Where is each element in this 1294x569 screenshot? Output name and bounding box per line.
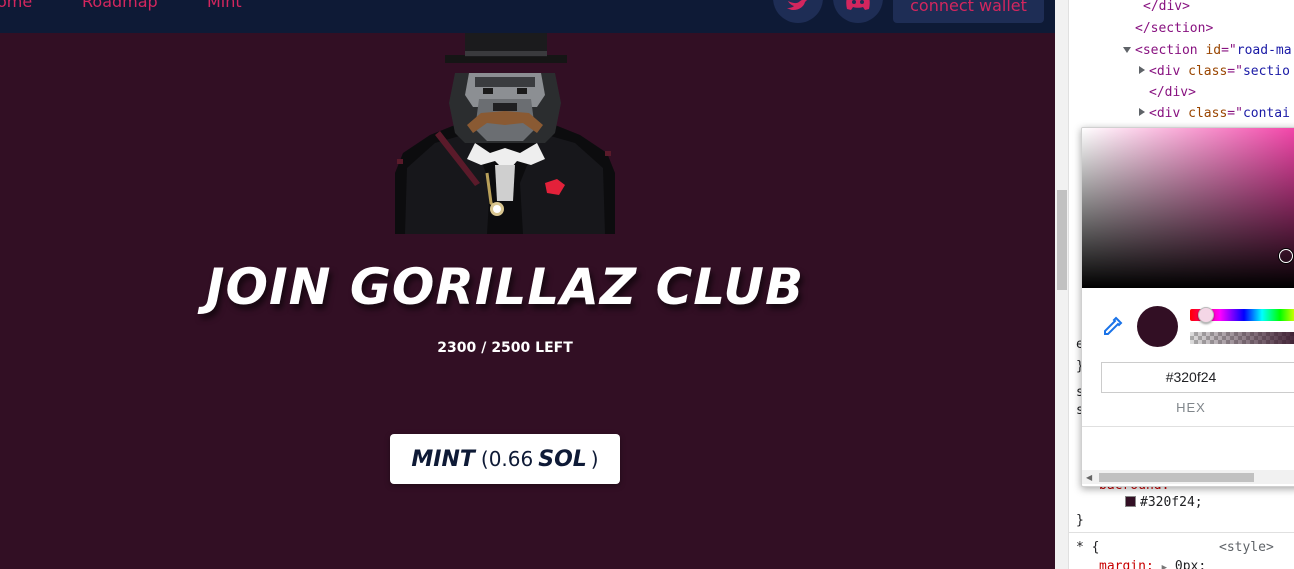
current-color-preview bbox=[1137, 306, 1178, 347]
rule-source-link[interactable]: <style> bbox=[1219, 540, 1274, 556]
style-color-value[interactable]: #320f24; bbox=[1140, 495, 1203, 510]
dom-tag-name: div bbox=[1156, 106, 1181, 121]
nav-link-home[interactable]: ome bbox=[0, 0, 32, 12]
hex-value-input[interactable]: #320f24 bbox=[1101, 362, 1294, 393]
color-swatch[interactable] bbox=[1125, 496, 1136, 507]
expand-arrow-icon[interactable] bbox=[1139, 108, 1145, 116]
dom-attr-value: road-ma bbox=[1236, 43, 1292, 58]
page-title: JOIN GORILLAZ CLUB bbox=[205, 258, 805, 316]
rule-selector[interactable]: * { bbox=[1076, 540, 1099, 556]
dom-line-close-div-2[interactable]: </div> bbox=[1149, 85, 1196, 101]
saturation-area[interactable] bbox=[1082, 128, 1294, 288]
saturation-cursor[interactable] bbox=[1279, 249, 1293, 263]
gorilla-nft-image bbox=[395, 33, 615, 234]
style-value-row[interactable]: #320f24; bbox=[1125, 495, 1203, 511]
mint-close-paren: ) bbox=[590, 447, 599, 471]
scroll-left-icon[interactable]: ◀ bbox=[1086, 473, 1092, 482]
dom-attr-name: class bbox=[1188, 106, 1228, 121]
supply-separator: / bbox=[481, 340, 487, 356]
elements-scrollbar-thumb[interactable] bbox=[1057, 190, 1067, 290]
style-property-name: margin: bbox=[1099, 559, 1154, 569]
dom-line-close-section[interactable]: </section> bbox=[1135, 21, 1213, 37]
dom-attr-value: sectio bbox=[1242, 64, 1290, 79]
supply-suffix: LEFT bbox=[535, 340, 573, 356]
discord-icon bbox=[846, 0, 870, 10]
elements-scrollbar[interactable] bbox=[1055, 0, 1069, 569]
picker-horizontal-scrollbar[interactable]: ◀ bbox=[1082, 470, 1294, 484]
rule-close-brace: } bbox=[1076, 513, 1084, 528]
style-property-margin[interactable]: margin: ▶ 0px; bbox=[1099, 559, 1206, 569]
connect-wallet-button[interactable]: connect wallet bbox=[893, 0, 1044, 23]
mint-button-label: MINT bbox=[411, 446, 475, 472]
nav-link-mint[interactable]: Mint bbox=[207, 0, 242, 12]
navbar: ome Roadmap Mint connect wallet bbox=[0, 0, 1055, 33]
dom-line-section-roadmap[interactable]: <section id="road-ma bbox=[1135, 43, 1292, 59]
supply-total: 2500 bbox=[491, 340, 531, 356]
dom-tag-name: div bbox=[1156, 64, 1181, 79]
dom-attr-name: class bbox=[1188, 64, 1228, 79]
supply-remaining: 2300 bbox=[437, 340, 477, 356]
nav-link-roadmap[interactable]: Roadmap bbox=[82, 0, 158, 12]
mint-open-paren: ( bbox=[480, 447, 489, 471]
dom-line-div-container[interactable]: <div class="contai bbox=[1149, 106, 1290, 122]
twitter-button[interactable] bbox=[773, 0, 823, 23]
mint-currency: SOL bbox=[538, 446, 587, 472]
alpha-slider-gradient bbox=[1190, 332, 1294, 344]
dom-attr-name: id bbox=[1205, 43, 1222, 58]
picker-scrollbar-thumb[interactable] bbox=[1099, 473, 1254, 482]
picker-divider bbox=[1082, 426, 1294, 427]
rule-divider bbox=[1069, 532, 1294, 533]
color-picker-popup: #320f24 HEX ◀ bbox=[1081, 127, 1294, 487]
supply-counter: 2300/2500 LEFT bbox=[355, 339, 655, 357]
twitter-icon bbox=[787, 0, 807, 10]
dom-attr-value: contai bbox=[1242, 106, 1290, 121]
hue-slider-knob[interactable] bbox=[1198, 307, 1214, 323]
style-property-value: 0px; bbox=[1174, 559, 1207, 569]
mint-price: 0.66 bbox=[488, 447, 534, 471]
color-format-label[interactable]: HEX bbox=[1101, 400, 1294, 415]
discord-button[interactable] bbox=[833, 0, 883, 23]
dom-line-div-section[interactable]: <div class="sectio bbox=[1149, 64, 1290, 80]
expand-arrow-icon[interactable] bbox=[1139, 66, 1145, 74]
dom-line-close-div[interactable]: </div> bbox=[1143, 0, 1190, 15]
collapse-arrow-icon[interactable] bbox=[1123, 47, 1131, 53]
eyedropper-icon[interactable] bbox=[1102, 315, 1124, 337]
dom-tag-name: section bbox=[1142, 43, 1198, 58]
website-viewport: ome Roadmap Mint connect wallet JOIN GOR… bbox=[0, 0, 1055, 569]
mint-button[interactable]: MINT (0.66 SOL ) bbox=[390, 434, 620, 484]
